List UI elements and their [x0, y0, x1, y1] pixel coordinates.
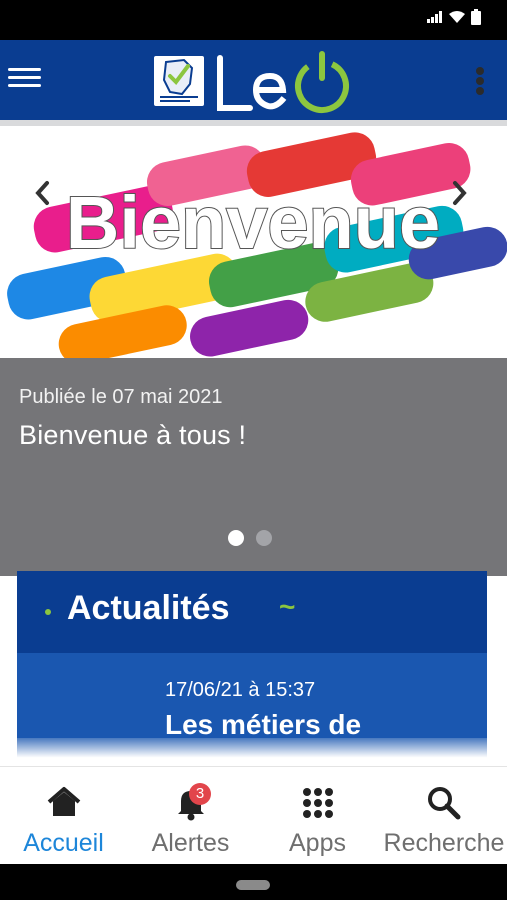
- news-item-headline[interactable]: Les métiers de: [165, 709, 361, 741]
- alert-count-badge: 3: [189, 783, 211, 805]
- main-content[interactable]: Bienvenue Publiée le 07 mai 2021 Bienven…: [0, 126, 507, 766]
- nav-tab-accueil[interactable]: Accueil: [0, 767, 127, 865]
- battery-icon: [471, 9, 481, 25]
- bottom-navigation: Accueil 3 Alertes Apps Recherche: [0, 766, 507, 864]
- nav-tab-alertes[interactable]: 3 Alertes: [127, 767, 254, 865]
- slide-publish-date: Publiée le 07 mai 2021: [19, 386, 223, 408]
- nav-tab-recherche[interactable]: Recherche: [381, 767, 507, 865]
- slide-title[interactable]: Bienvenue à tous !: [19, 420, 246, 451]
- status-icons: [427, 9, 481, 25]
- grid-icon: [302, 788, 333, 818]
- home-gesture-handle[interactable]: [236, 880, 270, 890]
- leo-logo: [217, 51, 349, 113]
- pagination-dot-2[interactable]: [256, 530, 272, 546]
- menu-button[interactable]: [8, 64, 42, 92]
- pagination-dot-1[interactable]: [228, 530, 244, 546]
- hero-image: Bienvenue: [7, 132, 507, 358]
- system-gesture-bar: [0, 864, 507, 900]
- news-tilde-icon: ~: [279, 591, 296, 622]
- carousel-prev-icon[interactable]: [32, 178, 52, 208]
- wifi-icon: [449, 11, 465, 23]
- nav-label-recherche: Recherche: [383, 829, 505, 857]
- nav-label-alertes: Alertes: [151, 829, 230, 857]
- region-map-icon: [160, 58, 198, 102]
- news-header: Actualités ~: [17, 571, 487, 653]
- signal-icon: [427, 11, 442, 23]
- more-options-button[interactable]: [472, 65, 488, 97]
- scroll-fade: [0, 738, 507, 766]
- app-bar: [0, 40, 507, 120]
- news-bullet-icon: [45, 609, 51, 615]
- news-item-datetime: 17/06/21 à 15:37: [165, 679, 316, 701]
- hero-carousel[interactable]: Bienvenue: [0, 126, 507, 358]
- news-section-title: Actualités: [67, 589, 230, 627]
- nav-label-apps: Apps: [289, 829, 346, 857]
- home-icon: [47, 787, 80, 816]
- carousel-pagination: [228, 530, 272, 546]
- slide-caption[interactable]: Publiée le 07 mai 2021 Bienvenue à tous …: [0, 358, 507, 576]
- status-bar: [0, 0, 507, 40]
- carousel-next-icon[interactable]: [450, 178, 470, 208]
- search-icon: [428, 787, 461, 820]
- hero-banner-text: Bienvenue: [66, 181, 440, 264]
- region-logo: [154, 56, 204, 106]
- nav-tab-apps[interactable]: Apps: [254, 767, 381, 865]
- news-section: Actualités ~ 17/06/21 à 15:37 Les métier…: [17, 571, 487, 766]
- nav-label-accueil: Accueil: [23, 829, 104, 857]
